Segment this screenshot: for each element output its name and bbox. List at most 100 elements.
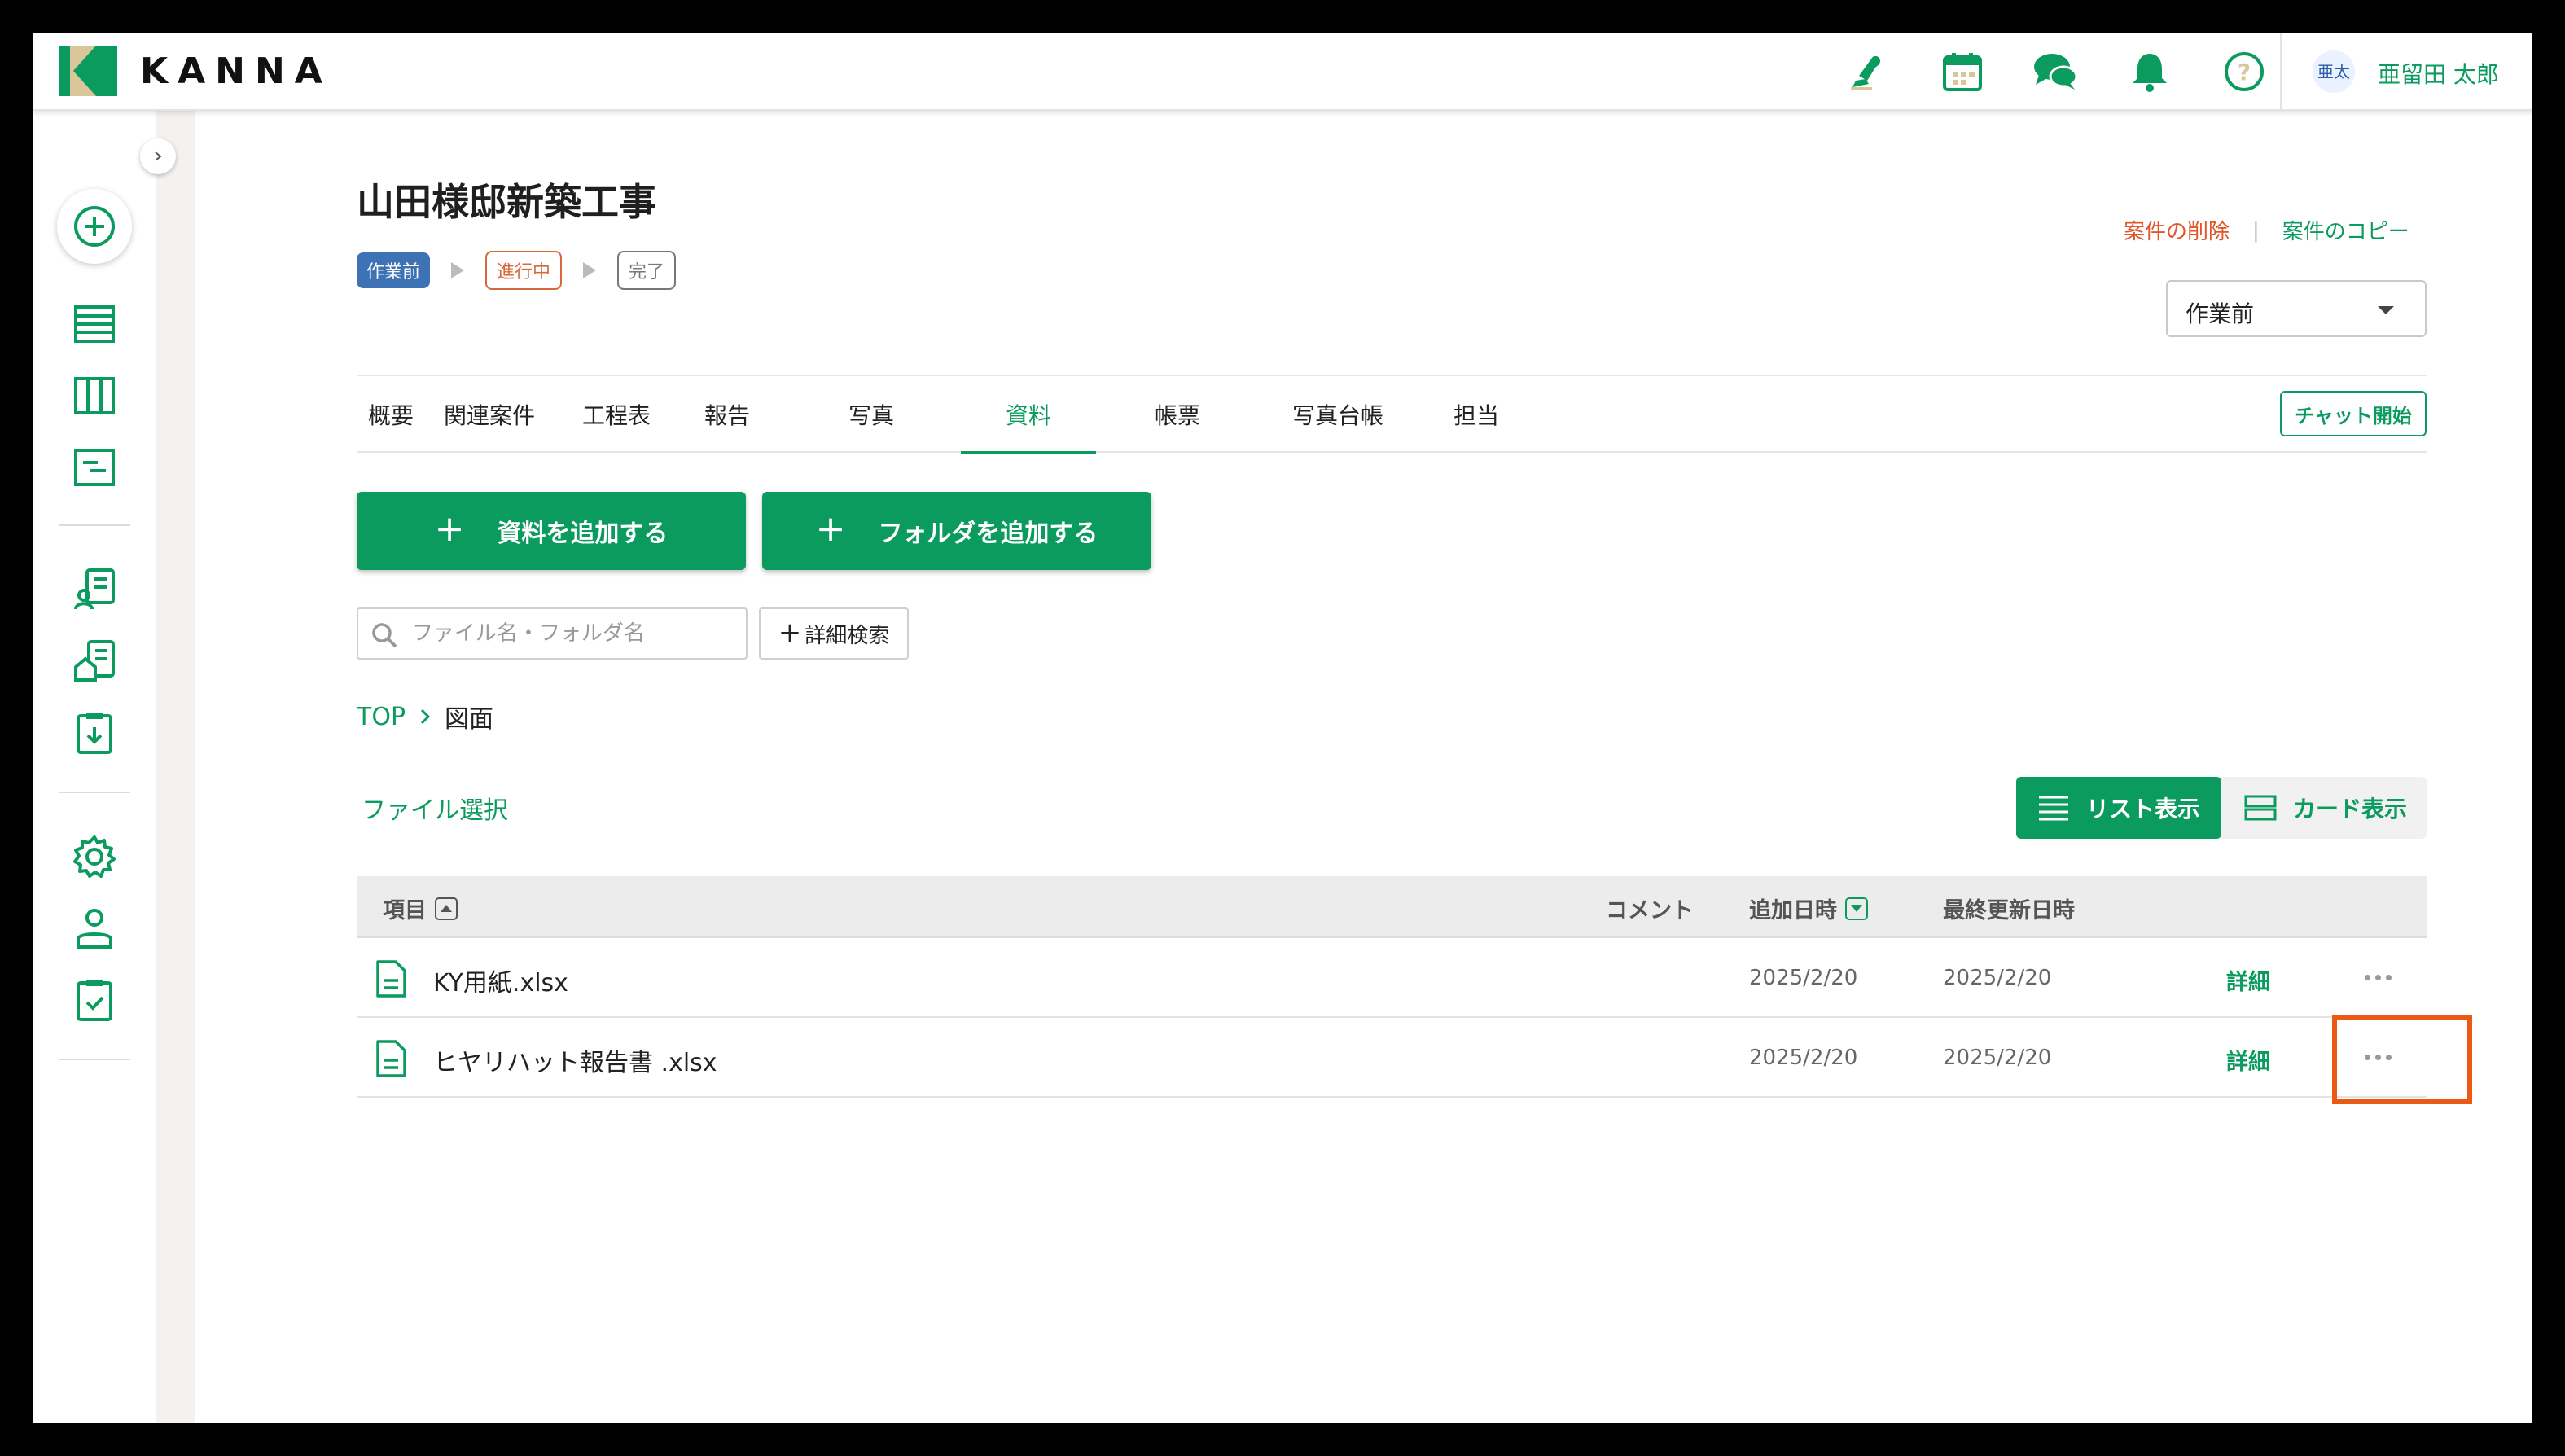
top-header: KANNA ? 亜太 亜留田 太郎 [33, 33, 2532, 111]
column-updated[interactable]: 最終更新日時 [1943, 892, 2075, 924]
tab-related[interactable]: 関連案件 [430, 376, 549, 453]
status-flow: 作業前 進行中 完了 [357, 251, 677, 290]
status-badge-pre: 作業前 [357, 252, 431, 288]
dot [2364, 974, 2370, 980]
more-options-button[interactable] [2357, 1046, 2399, 1068]
help-icon[interactable]: ? [2220, 47, 2269, 96]
sidebar-gantt-icon[interactable] [57, 438, 132, 497]
file-name[interactable]: ヒヤリハット報告書 .xlsx [433, 1042, 717, 1078]
sidebar-list-icon[interactable] [57, 295, 132, 353]
tab-overview[interactable]: 概要 [357, 376, 425, 453]
file-select-link[interactable]: ファイル選択 [362, 790, 508, 826]
tab-schedule[interactable]: 工程表 [570, 376, 663, 453]
project-actions: 案件の削除 | 案件のコピー [2124, 215, 2409, 245]
project-tabs: 概要 関連案件 工程表 報告 写真 資料 帳票 写真台帳 担当 [357, 375, 2427, 454]
more-options-button[interactable] [2357, 966, 2399, 989]
search-icon [372, 623, 397, 648]
add-folder-label: フォルダを追加する [878, 520, 1098, 548]
tab-report[interactable]: 報告 [682, 376, 772, 453]
chevron-right-icon [420, 708, 431, 725]
plus-icon: + [815, 508, 846, 550]
plus-icon: + [778, 616, 802, 649]
sort-ascending-icon[interactable] [435, 897, 458, 920]
column-updated-label: 最終更新日時 [1943, 898, 2075, 923]
dot [2385, 1054, 2392, 1060]
tab-photos[interactable]: 写真 [837, 376, 905, 453]
dot [2385, 974, 2392, 980]
sort-descending-icon[interactable] [1845, 897, 1868, 920]
copy-project-link[interactable]: 案件のコピー [2282, 215, 2409, 245]
plus-circle-icon [74, 206, 115, 247]
file-icon [376, 1040, 406, 1077]
sidebar-expand-button[interactable] [140, 138, 176, 174]
tab-forms[interactable]: 帳票 [1138, 376, 1217, 453]
column-item[interactable]: 項目 [383, 892, 458, 924]
list-view-label: リスト表示 [2085, 796, 2200, 822]
status-arrow-icon [451, 262, 465, 278]
tab-assignees[interactable]: 担当 [1440, 376, 1513, 453]
user-name[interactable]: 亜留田 太郎 [2378, 57, 2499, 90]
list-view-button[interactable]: リスト表示 [2016, 777, 2221, 839]
list-icon [2038, 796, 2068, 821]
search-input[interactable] [412, 616, 738, 651]
chat-start-button[interactable]: チャット開始 [2280, 391, 2427, 436]
link-separator: | [2252, 217, 2260, 243]
breadcrumb-current: 図面 [445, 705, 494, 734]
user-avatar[interactable]: 亜太 [2313, 50, 2355, 93]
add-file-button[interactable]: + 資料を追加する [357, 492, 746, 570]
card-view-button[interactable]: カード表示 [2225, 777, 2427, 839]
sidebar-edge [156, 111, 195, 1423]
status-arrow-icon [583, 262, 597, 278]
dot [2364, 1054, 2370, 1060]
tab-documents[interactable]: 資料 [961, 376, 1096, 454]
tab-photo-ledger[interactable]: 写真台帳 [1285, 376, 1391, 453]
sidebar-divider [59, 792, 130, 793]
file-icon [376, 960, 406, 998]
status-select[interactable]: 作業前 [2166, 280, 2427, 337]
detail-link[interactable]: 詳細 [2226, 964, 2270, 996]
updated-date: 2025/2/20 [1943, 966, 2052, 990]
kanna-logo-icon [59, 46, 117, 96]
sidebar-report-icon[interactable] [57, 560, 132, 619]
sidebar-divider [59, 1059, 130, 1060]
header-separator [2280, 33, 2282, 111]
sidebar-settings-icon[interactable] [57, 827, 132, 886]
search-box [357, 607, 748, 660]
added-date: 2025/2/20 [1749, 1046, 1858, 1070]
bell-icon[interactable] [2125, 47, 2174, 96]
chat-icon[interactable] [2031, 47, 2080, 96]
calendar-icon[interactable] [1938, 47, 1987, 96]
delete-project-link[interactable]: 案件の削除 [2124, 215, 2230, 245]
breadcrumb-top-link[interactable]: TOP [357, 703, 406, 731]
column-added-label: 追加日時 [1749, 898, 1837, 923]
sidebar-user-icon[interactable] [57, 899, 132, 958]
stamp-icon[interactable] [1844, 47, 1892, 96]
table-row[interactable]: KY用紙.xlsx 2025/2/20 2025/2/20 詳細 [357, 938, 2427, 1018]
file-name[interactable]: KY用紙.xlsx [433, 963, 568, 998]
card-icon [2244, 795, 2277, 821]
detail-link[interactable]: 詳細 [2226, 1044, 2270, 1076]
status-badge-done: 完了 [617, 251, 677, 290]
status-badge-progress: 進行中 [485, 251, 563, 290]
sidebar-clipboard-check-icon[interactable] [57, 971, 132, 1029]
sidebar-house-doc-icon[interactable] [57, 632, 132, 691]
app-logo[interactable]: KANNA [59, 46, 332, 96]
updated-date: 2025/2/20 [1943, 1046, 2052, 1070]
plus-icon: + [434, 508, 465, 550]
chevron-right-icon [155, 151, 162, 161]
status-select-value: 作業前 [2186, 300, 2255, 327]
table-header: 項目 コメント 追加日時 最終更新日時 [357, 876, 2427, 938]
sidebar-clipboard-download-icon[interactable] [57, 704, 132, 762]
table-row[interactable]: ヒヤリハット報告書 .xlsx 2025/2/20 2025/2/20 詳細 [357, 1018, 2427, 1098]
app-window: KANNA ? 亜太 亜留田 太郎 山田様邸新築工事 作業前 進行中 完了 案件… [33, 33, 2532, 1423]
app-name: KANNA [140, 50, 332, 92]
create-new-button[interactable] [57, 189, 132, 264]
breadcrumb: TOP 図面 [357, 699, 493, 735]
add-folder-button[interactable]: + フォルダを追加する [762, 492, 1151, 570]
sidebar-board-icon[interactable] [57, 366, 132, 425]
column-comment: コメント [1606, 892, 1694, 924]
added-date: 2025/2/20 [1749, 966, 1858, 990]
column-added[interactable]: 追加日時 [1749, 892, 1868, 924]
advanced-search-button[interactable]: + 詳細検索 [759, 607, 909, 660]
column-comment-label: コメント [1606, 898, 1694, 923]
